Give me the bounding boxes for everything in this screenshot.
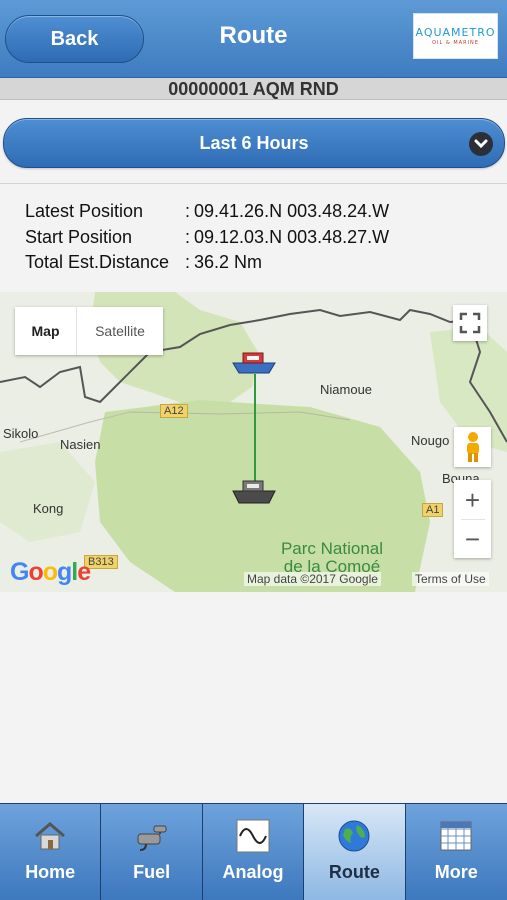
- fullscreen-button[interactable]: [453, 305, 487, 341]
- street-view-button[interactable]: [454, 427, 491, 467]
- place-label: Kong: [33, 501, 64, 516]
- period-dropdown[interactable]: Last 6 Hours: [3, 118, 505, 168]
- tab-fuel[interactable]: Fuel: [101, 804, 203, 900]
- place-label: Sikolo: [3, 426, 39, 441]
- tab-label: Analog: [222, 862, 284, 882]
- map-data-credit: Map data ©2017 Google: [244, 572, 381, 586]
- tab-more[interactable]: More: [405, 804, 507, 900]
- info-label: Latest Position: [25, 201, 144, 221]
- position-info: Latest Position : 09.41.26.N 003.48.24.W…: [25, 201, 389, 278]
- info-label: Start Position: [25, 226, 133, 247]
- map-type-satellite-tab[interactable]: Satellite: [77, 307, 163, 355]
- info-value: 36.2 Nm: [194, 252, 263, 272]
- start-position-row: Start Position : 09.12.03.N 003.48.27.W: [25, 227, 389, 253]
- info-separator: :: [185, 252, 191, 272]
- zoom-out-button[interactable]: −: [465, 520, 480, 558]
- tab-label: Fuel: [133, 862, 171, 882]
- latest-position-boat-icon[interactable]: [229, 347, 279, 377]
- place-label: Niamoue: [320, 382, 373, 397]
- park-label: Parc National de la Comoé: [262, 540, 402, 576]
- aquametro-logo: AQUAMETRO OIL & MARINE: [413, 13, 498, 59]
- vessel-name: 00000001 AQM RND: [0, 78, 507, 100]
- info-value: 09.12.03.N 003.48.27.W: [194, 226, 390, 247]
- start-position-boat-icon[interactable]: [229, 477, 279, 507]
- place-label: Nasien: [60, 437, 101, 452]
- park-label-line1: Parc National: [280, 539, 384, 558]
- road-shield: A1: [422, 503, 444, 517]
- header-bar: Back Route AQUAMETRO OIL & MARINE: [0, 0, 507, 78]
- period-selected-label: Last 6 Hours: [199, 132, 309, 153]
- info-label: Total Est.Distance: [25, 252, 170, 272]
- map-type-toggle: Map Satellite: [15, 307, 163, 355]
- info-separator: :: [185, 201, 191, 221]
- tab-label: More: [434, 862, 478, 882]
- pegman-icon: [466, 432, 479, 462]
- tab-analog[interactable]: Analog: [202, 804, 305, 900]
- globe-icon: [336, 819, 372, 853]
- tab-home[interactable]: Home: [0, 804, 102, 900]
- bottom-tab-bar: Home Fuel Analog Route More: [0, 803, 507, 900]
- page-title: Route: [219, 22, 288, 49]
- sine-wave-icon: [235, 819, 271, 853]
- latest-position-row: Latest Position : 09.41.26.N 003.48.24.W: [25, 201, 389, 227]
- tab-route[interactable]: Route: [304, 804, 406, 900]
- terms-of-use-link[interactable]: Terms of Use: [412, 572, 489, 586]
- zoom-controls: + −: [454, 480, 491, 558]
- chevron-down-icon: [469, 132, 493, 156]
- info-value: 09.41.26.N 003.48.24.W: [194, 201, 390, 221]
- fullscreen-icon: [459, 312, 481, 334]
- logo-main-text: AQUAMETRO: [415, 26, 496, 39]
- distance-row: Total Est.Distance : 36.2 Nm: [25, 252, 389, 278]
- grid-icon: [438, 819, 474, 853]
- road-shield: A12: [160, 404, 188, 418]
- info-separator: :: [185, 226, 191, 247]
- divider: [0, 183, 507, 184]
- back-button[interactable]: Back: [5, 15, 144, 63]
- place-label: Nougo: [411, 433, 450, 448]
- google-logo: Google: [10, 558, 91, 586]
- tab-label: Route: [328, 862, 380, 882]
- logo-sub-text: OIL & MARINE: [432, 40, 479, 46]
- fuel-pump-icon: [134, 819, 170, 853]
- map-type-map-tab[interactable]: Map: [15, 307, 77, 355]
- zoom-in-button[interactable]: +: [465, 481, 480, 519]
- tab-label: Home: [25, 862, 76, 882]
- home-icon: [32, 819, 68, 853]
